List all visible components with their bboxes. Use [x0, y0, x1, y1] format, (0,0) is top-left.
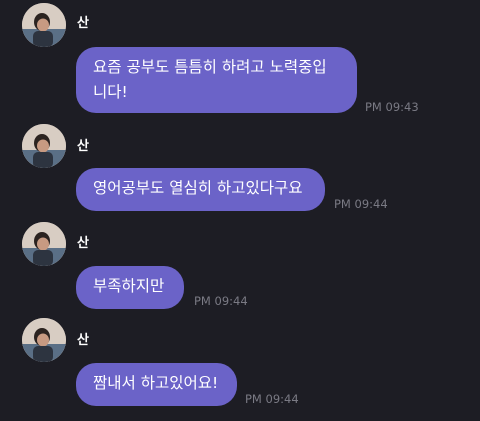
avatar[interactable]	[22, 318, 66, 362]
avatar[interactable]	[22, 124, 66, 168]
message-bubble[interactable]: 영어공부도 열심히 하고있다구요	[76, 168, 325, 211]
message-bubble[interactable]: 요즘 공부도 틈틈히 하려고 노력중입 니다!	[76, 47, 357, 113]
chat-message-list: 산 요즘 공부도 틈틈히 하려고 노력중입 니다! PM 09:43 산 영어공…	[0, 0, 480, 421]
message-timestamp: PM 09:43	[365, 100, 419, 114]
message-bubble[interactable]: 짬내서 하고있어요!	[76, 363, 237, 406]
message-timestamp: PM 09:44	[194, 294, 248, 308]
sender-name: 산	[77, 333, 89, 348]
message-timestamp: PM 09:44	[245, 392, 299, 406]
sender-name: 산	[77, 139, 89, 154]
message-bubble[interactable]: 부족하지만	[76, 266, 184, 309]
sender-name: 산	[77, 236, 89, 251]
sender-name: 산	[77, 16, 89, 31]
avatar[interactable]	[22, 3, 66, 47]
message-timestamp: PM 09:44	[334, 197, 388, 211]
avatar[interactable]	[22, 222, 66, 266]
